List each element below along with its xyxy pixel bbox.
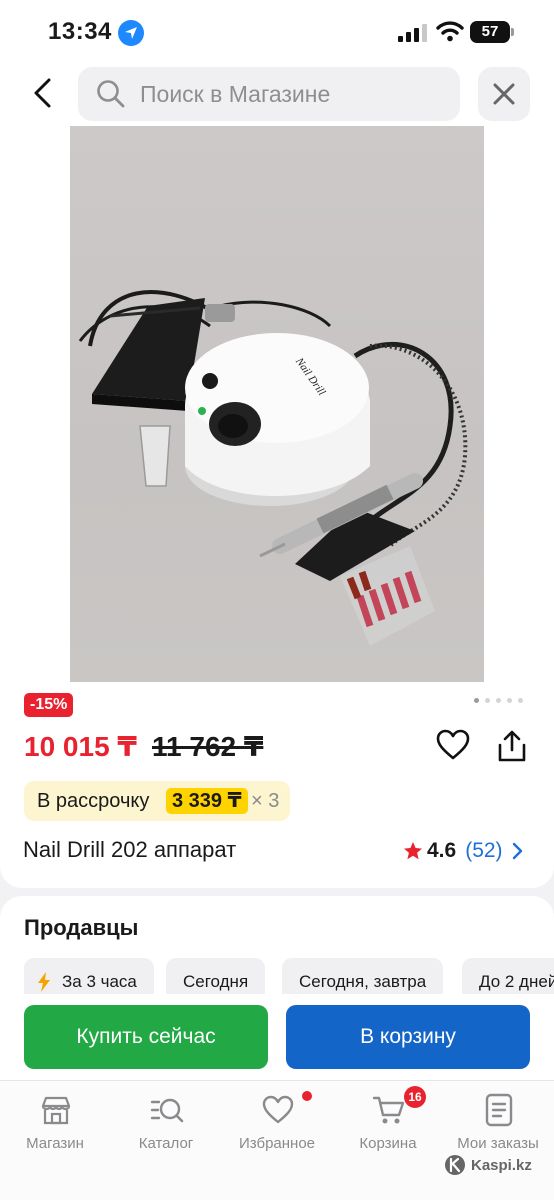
installment-badge[interactable]: В рассрочку 3 339 ₸ × 3 [24,781,290,821]
buy-now-button[interactable]: Купить сейчас [24,1005,268,1069]
heart-icon [262,1095,294,1124]
pager-dot[interactable] [485,698,490,703]
add-to-cart-button[interactable]: В корзину [286,1005,530,1069]
product-image-gallery[interactable]: Nail Drill [0,126,554,682]
product-title: Nail Drill 202 аппарат [23,837,237,862]
tab-label: Корзина [359,1135,417,1152]
pager-dot[interactable] [474,698,479,703]
filter-chip-label: Сегодня, завтра [299,972,427,991]
pager-dot[interactable] [518,698,523,703]
sellers-section: Продавцы За 3 часа Сегодня Сегодня, завт… [0,896,554,1006]
search-icon [96,79,126,114]
cart-count-badge: 16 [404,1086,426,1108]
tab-shop[interactable]: Магазин [0,1093,110,1157]
cart-icon [372,1096,405,1124]
old-price: 11 762 ₸ [152,731,264,762]
search-input[interactable] [140,67,450,121]
tab-cart[interactable]: Корзина [333,1093,443,1157]
reviews-count: (52) [465,839,503,862]
kaspi-logo-icon [445,1155,465,1175]
chevron-left-icon [34,78,51,108]
share-button[interactable] [496,729,528,768]
share-icon [498,730,526,762]
close-button[interactable] [478,67,530,121]
favorite-button[interactable] [436,729,470,766]
filter-chip-label: Сегодня [183,972,249,991]
watermark-text: Kaspi.kz [471,1156,532,1174]
discount-badge: -15% [24,693,74,717]
filter-chip-label: До 2 дней [479,972,554,991]
tab-label: Магазин [26,1135,84,1152]
location-arrow-icon [118,20,144,46]
pager-dot[interactable] [496,698,501,703]
heart-icon [436,729,470,760]
chevron-right-icon [512,842,522,860]
tab-bar: Магазин Каталог Избранное Корзина Мои за… [0,1080,554,1200]
rating-value: 4.6 [427,839,457,862]
back-button[interactable] [20,70,64,116]
wifi-icon [436,20,464,47]
pager-dot[interactable] [507,698,512,703]
kaspi-watermark: Kaspi.kz [444,1154,532,1176]
image-pager-dots [474,698,530,706]
cellular-signal-icon [398,24,428,42]
product-photo[interactable]: Nail Drill [70,126,484,682]
sellers-title: Продавцы [24,915,139,940]
shop-icon [41,1096,71,1125]
installment-label: В рассрочку [37,790,150,812]
installment-multiplier: × 3 [251,790,280,812]
installment-amount: 3 339 ₸ [166,788,248,814]
rating-link[interactable]: 4.6 (52) [403,837,523,865]
status-bar: 13:34 57 [0,0,554,62]
search-field[interactable] [78,67,460,121]
battery-icon: 57 [470,21,514,43]
tab-label: Избранное [238,1135,316,1152]
tab-favorites[interactable]: Избранное [222,1093,332,1157]
product-card: -15% 10 015 ₸ 11 762 ₸ В рассрочку 3 339… [0,682,554,888]
tab-catalog[interactable]: Каталог [111,1093,221,1157]
current-price: 10 015 ₸ [24,731,137,762]
tab-orders[interactable]: Мои заказы [443,1093,553,1157]
orders-icon [485,1093,513,1127]
star-icon [404,842,422,860]
status-time: 13:34 [48,18,112,45]
lightning-icon [38,972,50,992]
search-header [0,62,554,126]
filter-chip-label: За 3 часа [62,972,137,991]
close-icon [493,83,515,105]
favorites-notification-dot [302,1091,312,1101]
tab-label: Каталог [138,1135,194,1152]
tab-label: Мои заказы [457,1135,539,1152]
catalog-search-icon [150,1098,184,1123]
action-bar: Купить сейчас В корзину [0,994,554,1080]
